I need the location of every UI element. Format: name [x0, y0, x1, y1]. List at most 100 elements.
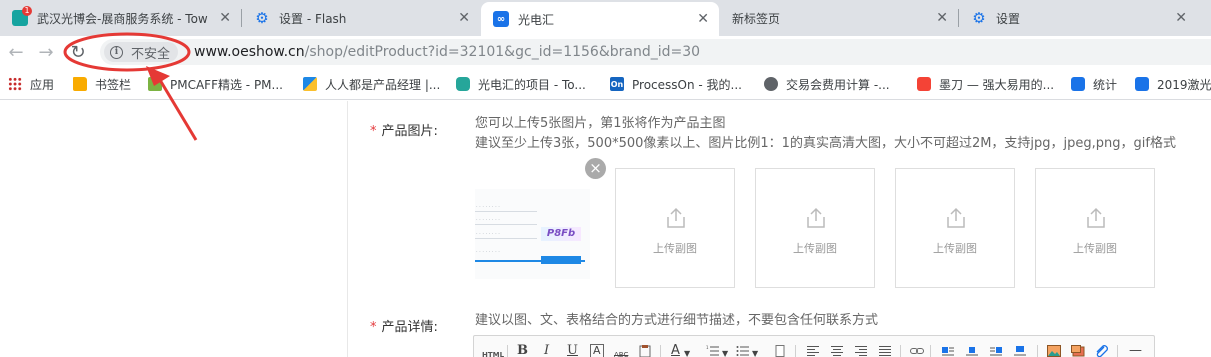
- tab-title: 武汉光博会-展商服务系统 - Tow: [37, 11, 208, 26]
- chevron-down-icon[interactable]: ▼: [684, 347, 690, 357]
- close-icon[interactable]: ✕: [1175, 11, 1187, 25]
- tower-icon: [456, 77, 470, 91]
- bookmark-modao[interactable]: 墨刀 — 强大易用的...: [917, 75, 1054, 93]
- bookmark-stats[interactable]: 统计: [1071, 75, 1117, 93]
- processon-icon: On: [610, 77, 624, 91]
- strikethrough-button[interactable]: ABC: [614, 348, 628, 357]
- attachment-icon[interactable]: [1095, 345, 1109, 357]
- tab-guangdianhui[interactable]: ∞ 光电汇 ✕: [481, 2, 719, 36]
- paste-icon[interactable]: [638, 345, 652, 357]
- tab-settings[interactable]: ⚙ 设置 ✕: [959, 0, 1197, 36]
- bookmark-laser-2019[interactable]: 2019激光: [1135, 75, 1211, 93]
- captcha-image: P8Fb: [541, 227, 581, 241]
- close-icon[interactable]: ✕: [697, 12, 709, 26]
- bookmark-label: 统计: [1093, 77, 1118, 92]
- browser-toolbar: ← → ↻ i 不安全 www.oeshow.cn/shop/editProdu…: [0, 36, 1211, 68]
- globe-icon: [764, 77, 778, 91]
- upload-icon: [1087, 207, 1105, 228]
- tab-new-tab[interactable]: 新标签页 ✕: [720, 0, 958, 36]
- notification-badge: 1: [22, 6, 32, 16]
- bookmark-pmcaff[interactable]: PMCAFF精选 - PM...: [148, 75, 283, 93]
- align-center-icon[interactable]: [830, 345, 844, 357]
- remove-image-button[interactable]: ×: [585, 158, 606, 179]
- close-icon[interactable]: ✕: [219, 11, 231, 25]
- close-icon[interactable]: ✕: [458, 11, 470, 25]
- upload-slot[interactable]: 上传副图: [755, 168, 875, 288]
- align-justify-icon[interactable]: [878, 345, 892, 357]
- upload-label: 上传副图: [793, 242, 837, 255]
- font-box-button[interactable]: A: [590, 344, 604, 357]
- italic-button[interactable]: I: [544, 344, 549, 357]
- upload-label: 上传副图: [653, 242, 697, 255]
- toolbar-divider: [1117, 345, 1118, 357]
- image-block-icon[interactable]: [1013, 345, 1027, 357]
- reload-button[interactable]: ↻: [66, 40, 90, 64]
- product-detail-hint: 建议以图、文、表格结合的方式进行细节描述，不要包含任何联系方式: [475, 313, 879, 328]
- insert-image-icon[interactable]: [1047, 345, 1061, 357]
- multi-image-icon[interactable]: [1071, 345, 1085, 357]
- folder-icon: [73, 77, 87, 91]
- close-circle-icon: ×: [589, 159, 602, 177]
- toolbar-divider: [1037, 345, 1038, 357]
- woshipm-icon: [303, 77, 317, 91]
- back-button[interactable]: ←: [4, 40, 28, 64]
- chevron-down-icon[interactable]: ▼: [722, 347, 728, 357]
- bookmark-label: 交易会费用计算 -...: [786, 77, 890, 92]
- tab-oeshow[interactable]: 1 武汉光博会-展商服务系统 - Tow ✕: [0, 0, 241, 36]
- url-host: www.oeshow.cn: [194, 44, 305, 60]
- horizontal-rule-button[interactable]: —: [1129, 344, 1142, 357]
- chevron-down-icon[interactable]: ▼: [752, 347, 758, 357]
- image-right-icon[interactable]: [989, 345, 1003, 357]
- required-mark: *: [370, 320, 377, 335]
- oeshow-badge-icon: 1: [12, 6, 32, 26]
- thumb-bar: [475, 260, 585, 262]
- thumb-text-line: · · · · · · · ·: [476, 249, 500, 255]
- bookmark-woshipm[interactable]: 人人都是产品经理 |...: [303, 75, 440, 93]
- upload-slot[interactable]: 上传副图: [895, 168, 1015, 288]
- product-image-label: * 产品图片:: [370, 120, 438, 139]
- svg-text:1: 1: [706, 345, 709, 350]
- product-image-hint: 您可以上传5张图片，第1张将作为产品主图: [475, 116, 726, 131]
- main-product-image[interactable]: · · · · · · · · · · · · · · · · · · · · …: [475, 189, 590, 279]
- url-text[interactable]: www.oeshow.cn/shop/editProduct?id=32101&…: [194, 44, 700, 60]
- divider: [347, 101, 348, 357]
- bookmark-processon[interactable]: On ProcessOn - 我的...: [610, 75, 742, 93]
- align-right-icon[interactable]: [854, 345, 868, 357]
- upload-label: 上传副图: [1073, 242, 1117, 255]
- reload-icon: ↻: [70, 41, 86, 63]
- bold-button[interactable]: B: [517, 344, 528, 357]
- close-icon[interactable]: ✕: [936, 11, 948, 25]
- url-path: /shop/editProduct?id=32101&gc_id=1156&br…: [304, 44, 701, 60]
- document-icon[interactable]: [773, 345, 787, 357]
- bookmark-tower[interactable]: 光电汇的项目 - To...: [456, 75, 586, 93]
- font-color-button[interactable]: A: [671, 344, 680, 357]
- html-source-button[interactable]: HTML: [482, 348, 504, 357]
- underline-button[interactable]: U: [567, 344, 578, 357]
- bookmark-label: 应用: [30, 77, 55, 92]
- security-indicator[interactable]: i 不安全: [104, 42, 179, 62]
- bookmark-folder[interactable]: 书签栏: [73, 75, 131, 93]
- ordered-list-icon[interactable]: 1: [706, 345, 720, 357]
- upload-icon: [947, 207, 965, 228]
- image-left-icon[interactable]: [941, 345, 955, 357]
- bookmark-apps[interactable]: 应用: [8, 75, 54, 93]
- upload-slot[interactable]: 上传副图: [1035, 168, 1155, 288]
- forward-button[interactable]: →: [34, 40, 58, 64]
- tab-flash-settings[interactable]: ⚙ 设置 - Flash ✕: [242, 0, 480, 36]
- address-bar[interactable]: i 不安全 www.oeshow.cn/shop/editProduct?id=…: [100, 39, 1211, 65]
- bullet-list-icon[interactable]: [736, 345, 750, 357]
- upload-icon: [807, 207, 825, 228]
- thumb-line: [475, 224, 537, 225]
- bookmark-fee-calc[interactable]: 交易会费用计算 -...: [764, 75, 890, 93]
- image-center-icon[interactable]: [965, 345, 979, 357]
- product-image-requirements: 建议至少上传3张，500*500像素以上、图片比例1：1的真实高清大图，大小不可…: [475, 136, 1176, 151]
- link-icon[interactable]: [910, 345, 924, 357]
- bookmarks-bar: 应用 书签栏 PMCAFF精选 - PM... 人人都是产品经理 |... 光电…: [0, 68, 1211, 100]
- required-mark: *: [370, 124, 377, 139]
- toolbar-divider: [507, 345, 508, 357]
- label-text: 产品详情:: [381, 320, 438, 335]
- upload-slot[interactable]: 上传副图: [615, 168, 735, 288]
- thumb-line: [475, 211, 537, 212]
- align-left-icon[interactable]: [806, 345, 820, 357]
- gear-icon: ⚙: [972, 9, 986, 27]
